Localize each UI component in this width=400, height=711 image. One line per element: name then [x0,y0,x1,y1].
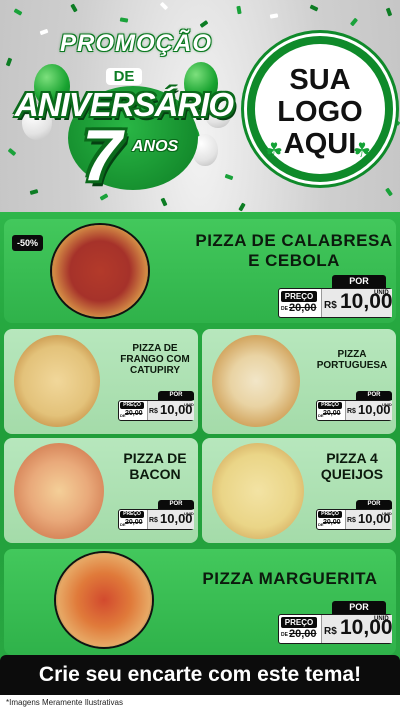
product-name-line: BACON [129,466,181,482]
por-label: POR [356,500,392,509]
price-box: PREÇO DE 20,00 R$ 10,00 UNID [118,400,194,421]
old-price: 20,00 [289,628,317,640]
product-card[interactable]: PIZZA DE FRANGO COM CATUPIRY POR PREÇO D… [4,329,198,434]
product-name-line: PIZZA DE [123,450,187,466]
currency: R$ [324,626,337,637]
product-name-line: FRANGO COM [120,354,190,365]
por-label: POR [332,601,386,614]
old-price: 20,00 [323,410,341,417]
new-price-box: R$ 10,00 UNID [345,401,392,420]
price-tag: POR PREÇO DE 20,00 R$ 10,00 UNID [316,500,392,530]
de-label: DE [281,632,288,638]
product-name-line: QUEIJOS [320,466,384,482]
price-tag: POR PREÇO DE 20,00 R$ 10,00 UNID [278,601,393,644]
product-name: PIZZA DE BACON [114,450,196,482]
unid-label: UNID [374,616,389,622]
unid-label: UNID [382,402,392,407]
price-tag: POR PREÇO DE 20,00 R$ 10,00 UNID [316,391,392,421]
new-price-box: R$ 10,00 UNID [147,401,194,420]
promo-number: 7 [81,116,123,196]
product-name-line: PIZZA [337,349,367,360]
discount-badge: -50% [12,235,44,251]
preco-label: PREÇO [120,511,144,518]
old-price: 20,00 [125,410,143,417]
old-price: 20,00 [323,519,341,526]
unid-label: UNID [382,511,392,516]
por-label: POR [158,500,194,509]
price-tag: POR PREÇO DE 20,00 R$ 10,00 UNID [278,275,393,318]
product-card[interactable]: PIZZA 4 QUEIJOS POR PREÇO DE 20,00 R$ 10… [202,438,396,543]
de-label: DE [281,306,288,312]
product-name-line: PIZZA DE CALABRESA [195,231,393,250]
logo-placeholder: SUA LOGO AQUI ☘ ☘ [247,36,393,182]
product-name: PIZZA MARGUERITA [190,569,390,589]
clover-icon: ☘ [265,140,283,162]
unid-label: UNID [184,402,194,407]
header: PROMOÇÃO DE ANIVERSÁRIO 7 ANOS SUA LOGO … [0,0,400,212]
clover-icon: ☘ [353,140,371,162]
product-name-line: PIZZA MARGUERITA [202,569,378,588]
old-price: 20,00 [125,519,143,526]
new-price-box: R$ 10,00 UNID [321,615,393,643]
product-name: PIZZA DE FRANGO COM CATUPIRY [116,343,194,376]
price-box: PREÇO DE 20,00 R$ 10,00 UNID [316,400,392,421]
pizza-portuguesa-image [212,335,300,427]
currency: R$ [347,517,356,524]
pizza-marguerita-image [56,553,152,647]
product-name-line: E CEBOLA [248,251,340,270]
product-card[interactable]: -50% PIZZA DE CALABRESA E CEBOLA POR PRE… [4,219,396,323]
cta-banner[interactable]: Crie seu encarte com este tema! [0,655,400,695]
product-card[interactable]: PIZZA MARGUERITA POR PREÇO DE 20,00 R$ 1… [4,549,396,655]
product-name: PIZZA DE CALABRESA E CEBOLA [194,231,394,271]
pizza-4-queijos-image [212,443,304,539]
currency: R$ [149,408,158,415]
product-name-line: PIZZA 4 [326,450,378,466]
product-name: PIZZA 4 QUEIJOS [310,450,394,482]
product-card[interactable]: PIZZA DE BACON POR PREÇO DE 20,00 R$ 10,… [4,438,198,543]
pizza-bacon-image [14,443,104,539]
price-box: PREÇO DE 20,00 R$ 10,00 UNID [278,288,393,318]
product-name: PIZZA PORTUGUESA [310,349,394,371]
product-name-line: PIZZA DE [132,343,178,354]
price-tag: POR PREÇO DE 20,00 R$ 10,00 UNID [118,391,194,421]
anniversary-badge: PROMOÇÃO DE ANIVERSÁRIO 7 ANOS [8,24,240,194]
price-box: PREÇO DE 20,00 R$ 10,00 UNID [118,509,194,530]
logo-line: SUA [289,64,351,96]
price-box: PREÇO DE 20,00 R$ 10,00 UNID [278,614,393,644]
promo-anos: ANOS [132,138,179,155]
footnote: *Imagens Meramente Ilustrativas [0,695,400,711]
preco-label: PREÇO [120,402,144,409]
old-price: 20,00 [289,302,317,314]
promo-aniversario: ANIVERSÁRIO [14,86,234,123]
preco-label: PREÇO [318,511,342,518]
logo-line: LOGO [277,96,363,128]
flyer-page: PROMOÇÃO DE ANIVERSÁRIO 7 ANOS SUA LOGO … [0,0,400,711]
preco-label: PREÇO [318,402,342,409]
preco-label: PREÇO [281,617,317,628]
unid-label: UNID [374,290,389,296]
preco-label: PREÇO [281,291,317,302]
new-price-box: R$ 10,00 UNID [345,510,392,529]
price-box: PREÇO DE 20,00 R$ 10,00 UNID [316,509,392,530]
new-price-box: R$ 10,00 UNID [147,510,194,529]
promo-de: DE [106,68,142,85]
promo-title: PROMOÇÃO [60,30,212,57]
new-price-box: R$ 10,00 UNID [321,289,393,317]
product-card[interactable]: PIZZA PORTUGUESA POR PREÇO DE 20,00 R$ 1… [202,329,396,434]
currency: R$ [149,517,158,524]
pizza-calabresa-image [52,225,148,317]
unid-label: UNID [184,511,194,516]
pizza-frango-image [14,335,100,427]
product-name-line: CATUPIRY [130,365,180,376]
por-label: POR [332,275,386,288]
price-tag: POR PREÇO DE 20,00 R$ 10,00 UNID [118,500,194,530]
currency: R$ [347,408,356,415]
por-label: POR [158,391,194,400]
por-label: POR [356,391,392,400]
currency: R$ [324,300,337,311]
product-name-line: PORTUGUESA [316,360,388,371]
